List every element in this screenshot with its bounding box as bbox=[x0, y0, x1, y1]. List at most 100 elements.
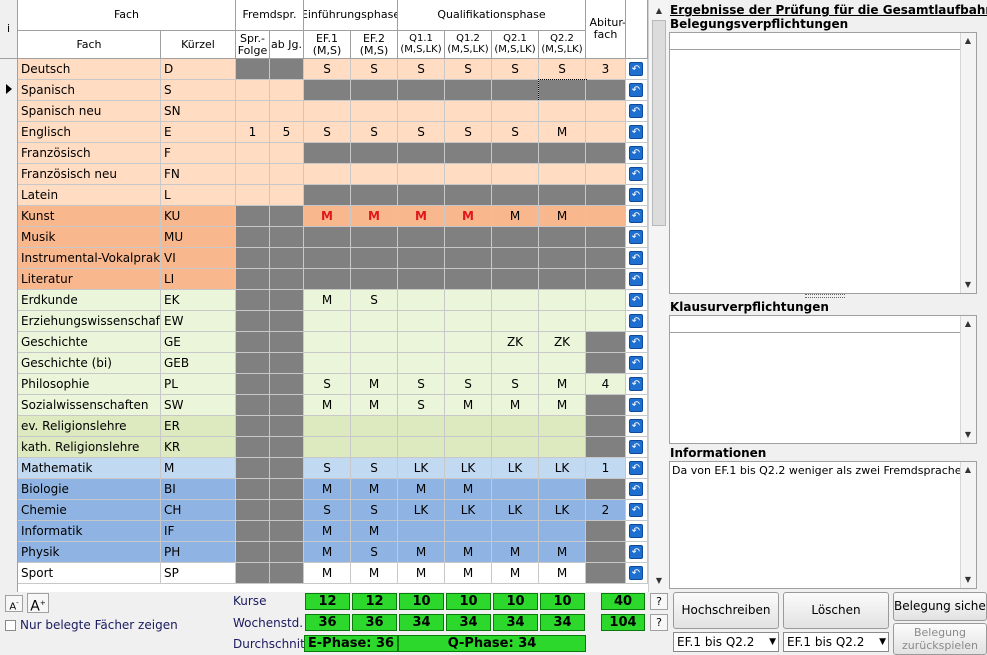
cell-folge[interactable] bbox=[236, 542, 270, 563]
cell-q11[interactable] bbox=[398, 164, 445, 185]
cell-folge[interactable] bbox=[236, 458, 270, 479]
font-smaller-button[interactable]: A- bbox=[5, 595, 23, 612]
reset-row-button[interactable]: ↶ bbox=[626, 500, 648, 521]
cell-q21[interactable] bbox=[492, 479, 539, 500]
reset-row-button[interactable]: ↶ bbox=[626, 59, 648, 80]
cell-q22[interactable]: S bbox=[539, 59, 586, 80]
cell-abi[interactable] bbox=[586, 416, 626, 437]
cell-q22[interactable] bbox=[539, 227, 586, 248]
cell-ef1[interactable] bbox=[304, 332, 351, 353]
info-listbox[interactable]: Da von EF.1 bis Q2.2 weniger als zwei Fr… bbox=[669, 461, 977, 589]
reset-row-button[interactable]: ↶ bbox=[626, 353, 648, 374]
cell-abjg[interactable] bbox=[270, 437, 304, 458]
cell-q22[interactable]: M bbox=[539, 122, 586, 143]
cell-folge[interactable] bbox=[236, 479, 270, 500]
cell-abjg[interactable] bbox=[270, 101, 304, 122]
cell-q21[interactable] bbox=[492, 248, 539, 269]
cell-q11[interactable] bbox=[398, 437, 445, 458]
cell-folge[interactable] bbox=[236, 437, 270, 458]
scroll-down-icon[interactable]: ▼ bbox=[652, 574, 666, 588]
klausur-listbox[interactable]: ▲ ▼ bbox=[669, 315, 977, 444]
cell-abjg[interactable]: 5 bbox=[270, 122, 304, 143]
reset-row-button[interactable]: ↶ bbox=[626, 164, 648, 185]
cell-q11[interactable]: S bbox=[398, 122, 445, 143]
cell-abi[interactable] bbox=[586, 206, 626, 227]
cell-abjg[interactable] bbox=[270, 227, 304, 248]
cell-abjg[interactable] bbox=[270, 206, 304, 227]
cell-ef1[interactable]: S bbox=[304, 374, 351, 395]
cell-ef1[interactable] bbox=[304, 437, 351, 458]
cell-ef2[interactable] bbox=[351, 248, 398, 269]
col-ef2-header[interactable]: EF.2 (M,S) bbox=[351, 31, 398, 59]
cell-q21[interactable] bbox=[492, 185, 539, 206]
cell-q21[interactable]: M bbox=[492, 542, 539, 563]
col-ef1-header[interactable]: EF.1 (M,S) bbox=[304, 31, 351, 59]
cell-ef2[interactable] bbox=[351, 143, 398, 164]
cell-q12[interactable]: LK bbox=[445, 500, 492, 521]
cell-q11[interactable] bbox=[398, 227, 445, 248]
cell-ef2[interactable]: S bbox=[351, 122, 398, 143]
cell-folge[interactable] bbox=[236, 521, 270, 542]
cell-abi[interactable] bbox=[586, 185, 626, 206]
cell-q21[interactable]: M bbox=[492, 206, 539, 227]
cell-abjg[interactable] bbox=[270, 563, 304, 584]
cell-q21[interactable] bbox=[492, 227, 539, 248]
undo-icon[interactable]: ↶ bbox=[629, 482, 643, 496]
cell-q12[interactable] bbox=[445, 290, 492, 311]
cell-folge[interactable] bbox=[236, 80, 270, 101]
cell-q22[interactable] bbox=[539, 311, 586, 332]
cell-ef2[interactable] bbox=[351, 80, 398, 101]
cell-q21[interactable]: M bbox=[492, 563, 539, 584]
col-q22-header[interactable]: Q2.2 (M,S,LK) bbox=[539, 31, 586, 59]
cell-ef2[interactable] bbox=[351, 227, 398, 248]
cell-q22[interactable]: M bbox=[539, 374, 586, 395]
cell-abi[interactable] bbox=[586, 332, 626, 353]
cell-q21[interactable] bbox=[492, 521, 539, 542]
cell-ef1[interactable] bbox=[304, 185, 351, 206]
cell-ef1[interactable] bbox=[304, 248, 351, 269]
cell-abi[interactable] bbox=[586, 80, 626, 101]
cell-folge[interactable] bbox=[236, 500, 270, 521]
cell-q12[interactable] bbox=[445, 101, 492, 122]
cell-q21[interactable] bbox=[492, 269, 539, 290]
reset-row-button[interactable]: ↶ bbox=[626, 563, 648, 584]
cell-q12[interactable] bbox=[445, 311, 492, 332]
cell-abjg[interactable] bbox=[270, 500, 304, 521]
cell-q22[interactable] bbox=[538, 79, 587, 102]
cell-abjg[interactable] bbox=[270, 311, 304, 332]
cell-q11[interactable]: M bbox=[398, 542, 445, 563]
reset-row-button[interactable]: ↶ bbox=[626, 80, 648, 101]
cell-q12[interactable]: M bbox=[445, 395, 492, 416]
reset-row-button[interactable]: ↶ bbox=[626, 374, 648, 395]
beleg-scroll-up-icon[interactable]: ▲ bbox=[961, 34, 975, 48]
cell-abjg[interactable] bbox=[270, 269, 304, 290]
cell-abi[interactable] bbox=[586, 227, 626, 248]
cell-q12[interactable] bbox=[445, 227, 492, 248]
undo-icon[interactable]: ↶ bbox=[629, 188, 643, 202]
cell-q21[interactable]: S bbox=[492, 122, 539, 143]
cell-q12[interactable]: M bbox=[445, 479, 492, 500]
cell-folge[interactable] bbox=[236, 206, 270, 227]
cell-q12[interactable] bbox=[445, 143, 492, 164]
cell-ef1[interactable] bbox=[304, 227, 351, 248]
cell-ef2[interactable]: S bbox=[351, 59, 398, 80]
cell-q21[interactable] bbox=[492, 164, 539, 185]
reset-row-button[interactable]: ↶ bbox=[626, 143, 648, 164]
cell-q11[interactable] bbox=[398, 311, 445, 332]
cell-q11[interactable] bbox=[398, 269, 445, 290]
cell-q12[interactable]: M bbox=[445, 206, 492, 227]
cell-q21[interactable] bbox=[492, 311, 539, 332]
cell-q22[interactable] bbox=[539, 353, 586, 374]
dropdown-arrow-icon[interactable]: ▼ bbox=[769, 633, 776, 651]
font-larger-button[interactable]: A+ bbox=[27, 593, 49, 615]
cell-abi[interactable] bbox=[586, 353, 626, 374]
cell-ef1[interactable] bbox=[304, 353, 351, 374]
cell-q22[interactable] bbox=[539, 521, 586, 542]
cell-ef1[interactable] bbox=[304, 143, 351, 164]
cell-folge[interactable]: 1 bbox=[236, 122, 270, 143]
klausur-list-row[interactable] bbox=[670, 316, 962, 333]
loeschen-button[interactable]: Löschen bbox=[783, 592, 889, 629]
cell-q21[interactable] bbox=[492, 416, 539, 437]
cell-q21[interactable]: ZK bbox=[492, 332, 539, 353]
cell-abi[interactable]: 4 bbox=[586, 374, 626, 395]
